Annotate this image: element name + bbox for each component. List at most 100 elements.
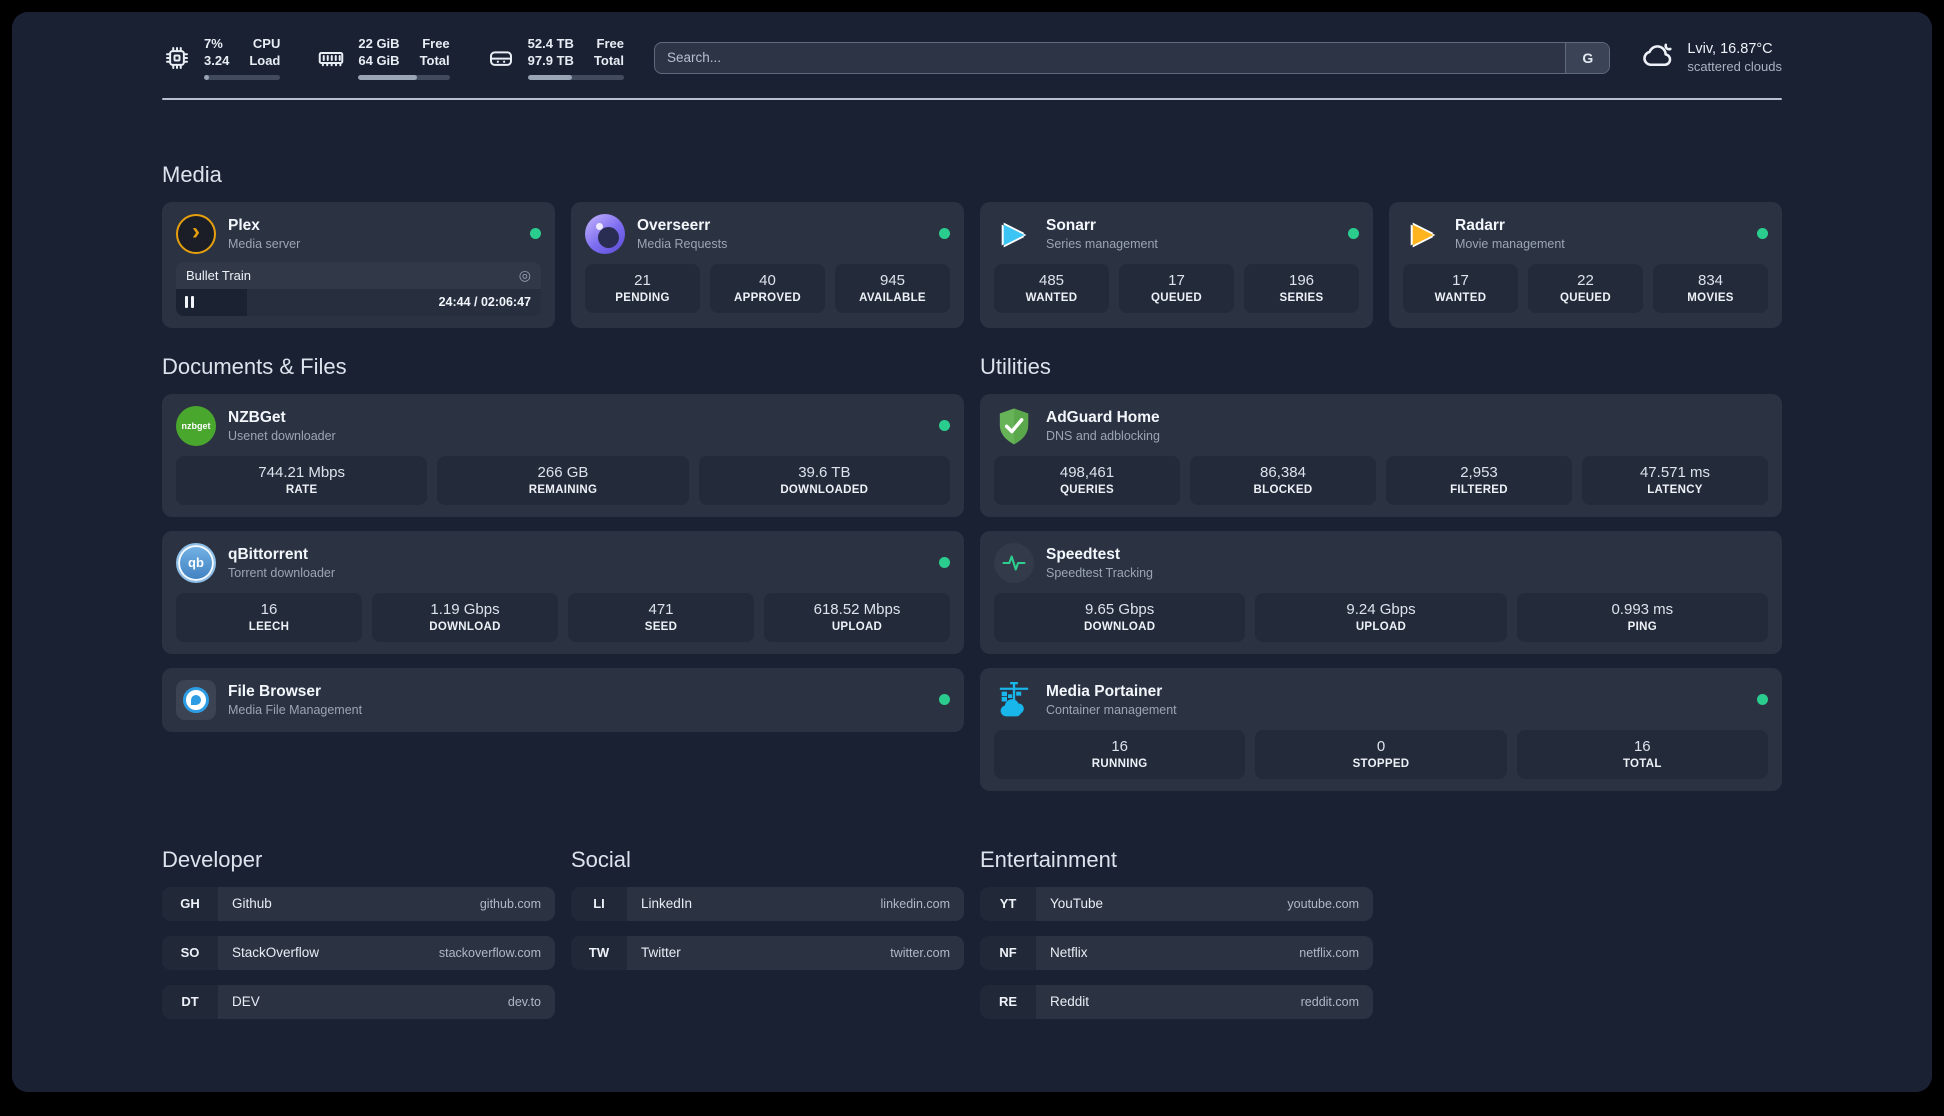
memory-progress-bar: [358, 74, 450, 80]
status-indicator: [939, 228, 950, 240]
stat-tile: 945 AVAILABLE: [835, 263, 950, 313]
disk-icon: [486, 43, 516, 73]
app-card-filebrowser[interactable]: File Browser Media File Management: [162, 667, 964, 732]
pause-button[interactable]: [185, 296, 194, 309]
cloud-icon: [1640, 37, 1676, 78]
bookmark-link[interactable]: LI LinkedIn linkedin.com: [571, 886, 964, 921]
top-bar: 7% 3.24 CPU Load 22 GiB 64 GiB Free Tota…: [162, 36, 1782, 80]
playback-progress-bar[interactable]: 24:44 / 02:06:47: [176, 288, 541, 316]
stat-value: 16: [1633, 737, 1651, 755]
bookmark-url: github.com: [479, 896, 541, 911]
stat-tile: 9.24 Gbps UPLOAD: [1255, 592, 1507, 642]
cpu-icon: [162, 43, 192, 73]
stat-label: STOPPED: [1352, 757, 1410, 770]
speedtest-logo-icon: [994, 542, 1034, 583]
now-playing-title: Bullet Train: [186, 267, 252, 283]
bookmark-url: dev.to: [507, 994, 541, 1009]
app-card-radarr[interactable]: ▶ Radarr Movie management 17 WANTED 22 Q…: [1389, 201, 1782, 328]
portainer-logo-icon: [994, 680, 1034, 720]
bookmark-abbreviation: YT: [980, 886, 1036, 921]
stat-tile: 86,384 BLOCKED: [1190, 455, 1376, 505]
app-card-plex[interactable]: › Plex Media server Bullet Train ◎ 24:44…: [162, 201, 555, 328]
stat-tile: 744.21 Mbps RATE: [176, 455, 428, 505]
bookmark-link[interactable]: SO StackOverflow stackoverflow.com: [162, 935, 555, 970]
stat-value: 1.19 Gbps: [430, 600, 500, 618]
memory-total-label: Total: [419, 52, 450, 68]
bookmark-name: LinkedIn: [641, 896, 693, 912]
overseerr-logo-icon: [585, 213, 625, 254]
bookmark-name: Reddit: [1050, 994, 1090, 1010]
stat-label: BLOCKED: [1253, 483, 1313, 496]
app-card-nzbget[interactable]: nzbget NZBGet Usenet downloader 744.21 M…: [162, 393, 964, 517]
bookmark-link[interactable]: DT DEV dev.to: [162, 984, 555, 1019]
app-card-portainer[interactable]: Media Portainer Container management 16 …: [980, 667, 1782, 791]
stat-label: DOWNLOAD: [1083, 620, 1156, 633]
stat-value: 9.65 Gbps: [1085, 600, 1155, 618]
stat-label: LEECH: [248, 620, 290, 633]
stat-label: TOTAL: [1622, 757, 1662, 770]
qbittorrent-logo-icon: qb: [176, 542, 216, 583]
section-documents: Documents & Files nzbget NZBGet Usenet d…: [162, 354, 964, 791]
stat-tile: 0.993 ms PING: [1516, 592, 1768, 642]
stat-label: PING: [1627, 620, 1657, 633]
stat-label: DOWNLOADED: [780, 483, 869, 496]
stat-tile: 21 PENDING: [585, 263, 700, 313]
stat-tile: 2,953 FILTERED: [1386, 455, 1572, 505]
app-subtitle: Media File Management: [228, 702, 363, 717]
stat-label: QUEUED: [1559, 291, 1611, 304]
bookmark-abbreviation: SO: [162, 935, 218, 970]
session-icon[interactable]: ◎: [519, 267, 531, 284]
bookmark-link[interactable]: YT YouTube youtube.com: [980, 886, 1373, 921]
stat-tile: 1.19 Gbps DOWNLOAD: [372, 592, 558, 642]
app-card-speedtest[interactable]: Speedtest Speedtest Tracking 9.65 Gbps D…: [980, 530, 1782, 654]
stat-tile: 0 STOPPED: [1255, 729, 1507, 779]
system-stats: 7% 3.24 CPU Load 22 GiB 64 GiB Free Tota…: [162, 36, 624, 80]
social-section-title: Social: [571, 846, 631, 872]
stat-label: PENDING: [615, 291, 670, 304]
stat-value: 0: [1376, 737, 1386, 755]
storage-free: 52.4 TB: [527, 36, 574, 51]
stat-value: 86,384: [1260, 463, 1306, 481]
now-playing: Bullet Train ◎ 24:44 / 02:06:47: [176, 261, 541, 316]
stat-label: UPLOAD: [831, 620, 883, 633]
app-card-qbittorrent[interactable]: qb qBittorrent Torrent downloader 16 LEE…: [162, 530, 964, 654]
stat-value: 47.571 ms: [1639, 463, 1711, 481]
memory-free: 22 GiB: [358, 36, 400, 51]
stat-tiles: 498,461 QUERIES 86,384 BLOCKED 2,953 FIL…: [994, 455, 1768, 505]
load-label: Load: [249, 52, 281, 68]
stat-label: UPLOAD: [1355, 620, 1407, 633]
cpu-load: 3.24: [204, 52, 230, 68]
bookmark-link[interactable]: GH Github github.com: [162, 886, 555, 921]
stat-label: LATENCY: [1647, 483, 1703, 496]
stat-label: WANTED: [1434, 291, 1487, 304]
bookmark-link[interactable]: RE Reddit reddit.com: [980, 984, 1373, 1019]
search-input[interactable]: [655, 42, 1566, 73]
app-card-adguard[interactable]: AdGuard Home DNS and adblocking 498,461 …: [980, 393, 1782, 517]
app-card-sonarr[interactable]: ▶ Sonarr Series management 485 WANTED 17…: [980, 201, 1373, 328]
stat-value: 498,461: [1059, 463, 1115, 481]
bookmark-name: Netflix: [1050, 945, 1088, 961]
stat-tile: 22 QUEUED: [1528, 263, 1643, 313]
stat-label: WANTED: [1025, 291, 1078, 304]
bookmark-name: YouTube: [1050, 896, 1104, 912]
stat-value: 17: [1452, 271, 1469, 289]
bookmark-abbreviation: DT: [162, 984, 218, 1019]
section-utilities: Utilities AdGuard Home DNS and adblockin…: [980, 354, 1782, 791]
app-card-overseerr[interactable]: Overseerr Media Requests 21 PENDING 40 A…: [571, 201, 964, 328]
stat-value: 21: [634, 271, 651, 289]
stat-label: SEED: [644, 620, 678, 633]
app-subtitle: Speedtest Tracking: [1046, 565, 1154, 580]
stat-label: RUNNING: [1091, 757, 1148, 770]
bookmark-url: linkedin.com: [880, 896, 950, 911]
bookmark-url: stackoverflow.com: [438, 945, 541, 960]
stat-tile: 39.6 TB DOWNLOADED: [698, 455, 950, 505]
bookmark-name: Github: [232, 896, 272, 912]
bookmark-link[interactable]: NF Netflix netflix.com: [980, 935, 1373, 970]
bookmark-link[interactable]: TW Twitter twitter.com: [571, 935, 964, 970]
cpu-stat: 7% 3.24 CPU Load: [162, 36, 281, 80]
stat-value: 618.52 Mbps: [813, 600, 901, 618]
search-engine-button[interactable]: G: [1565, 42, 1610, 73]
bookmark-abbreviation: NF: [980, 935, 1036, 970]
status-indicator: [1348, 228, 1359, 240]
app-name: NZBGet: [228, 408, 286, 426]
